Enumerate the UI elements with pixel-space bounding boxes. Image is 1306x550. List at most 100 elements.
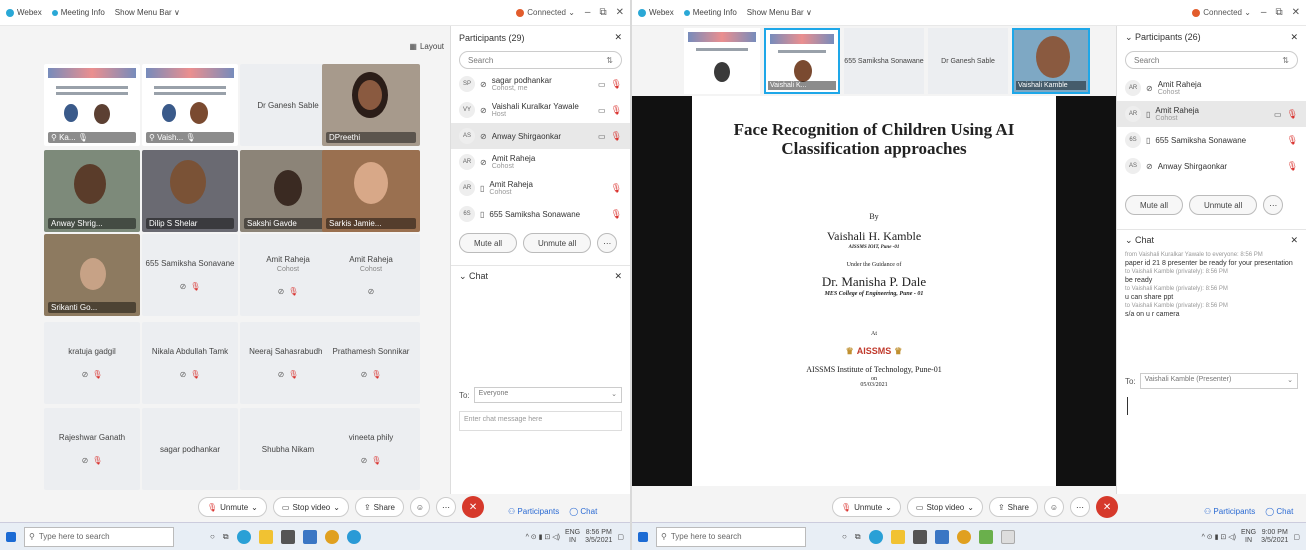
unmute-button[interactable]: 🎙 Unmute ⌄ [198, 497, 267, 517]
app-icon[interactable] [978, 529, 993, 544]
participants-header[interactable]: Participants (29) ✕ [451, 26, 630, 49]
notepad-icon[interactable] [1000, 529, 1015, 544]
participant-row[interactable]: 6S ▯ 655 Samiksha Sonawane 🎙 [1117, 127, 1306, 153]
participant-row[interactable]: SP ⊘ sagar podhankar Cohost, me ▭ 🎙 [451, 71, 630, 97]
webex-taskbar-icon[interactable] [346, 529, 361, 544]
video-tile-nikala[interactable]: Nikala Abdullah Tamk ⊘ 🎙 [142, 322, 238, 404]
task-view-icon[interactable]: ⧉ [855, 532, 861, 542]
close-icon[interactable]: ✕ [614, 32, 622, 43]
filmstrip-tile[interactable] [684, 28, 760, 94]
video-tile-vineeta[interactable]: vineeta phily ⊘ 🎙 [322, 408, 420, 490]
more-options-icon[interactable]: ⋯ [1263, 195, 1284, 215]
cortana-icon[interactable]: ○ [842, 532, 847, 541]
participant-row[interactable]: 6S ▯ 655 Samiksha Sonawane 🎙 [451, 201, 630, 227]
notifications-icon[interactable]: ▢ [1293, 533, 1300, 541]
taskbar-search[interactable]: ⚲ Type here to search [24, 526, 174, 547]
mic-muted-icon[interactable]: 🎙 [611, 209, 622, 220]
file-explorer-icon[interactable] [890, 529, 905, 544]
show-menu-bar[interactable]: Show Menu Bar ∨ [115, 8, 180, 17]
sort-icon[interactable]: ⇅ [1282, 56, 1289, 65]
video-tile-shared-slide[interactable]: ⚲ Ka... 🎙 [44, 64, 140, 146]
clock[interactable]: 8:56 PM 3/5/2021 [585, 529, 612, 545]
chat-input[interactable] [1127, 397, 1298, 415]
chat-header[interactable]: ⌄ Chat ✕ [1117, 229, 1306, 251]
video-tile-dpreethi[interactable]: DPreethi [322, 64, 420, 146]
participant-row[interactable]: VY ⊘ Vaishali Kuralkar Yawale Host ▭ 🎙 [451, 97, 630, 123]
chat-toggle[interactable]: ◯ Chat [1265, 507, 1293, 516]
webex-menu[interactable]: Webex [6, 8, 42, 17]
file-explorer-icon[interactable] [258, 529, 273, 544]
layout-button[interactable]: ▦ Layout [409, 42, 444, 51]
recipient-select[interactable]: Vaishali Kamble (Presenter) ⌄ [1139, 373, 1298, 389]
participant-row[interactable]: AR ⊘ Amit Raheja Cohost [451, 149, 630, 175]
show-menu-bar[interactable]: Show Menu Bar ∨ [747, 8, 812, 17]
stop-video-button[interactable]: ▭ Stop video ⌄ [906, 497, 983, 517]
tray-icons[interactable]: ^ ⊙ ▮ ⊡ ◁) [526, 533, 560, 541]
end-meeting-button[interactable]: ✕ [462, 496, 485, 518]
mic-muted-icon[interactable]: 🎙 [611, 183, 622, 194]
video-tile-srikanti[interactable]: Srikanti Go... [44, 234, 140, 316]
filmstrip-tile[interactable]: Vaishali K... [764, 28, 840, 94]
mute-all-button[interactable]: Mute all [1125, 195, 1184, 215]
video-tile-samiksha[interactable]: 655 Samiksha Sonavane ⊘ 🎙 [142, 234, 238, 316]
minimize-icon[interactable]: – [1261, 7, 1267, 18]
unmute-button[interactable]: 🎙 Unmute ⌄ [832, 497, 901, 517]
more-icon[interactable]: ⋯ [436, 497, 457, 517]
mail-icon[interactable] [934, 529, 949, 544]
meeting-info-menu[interactable]: Meeting Info [683, 8, 737, 17]
share-button[interactable]: ⇪ Share [354, 497, 405, 517]
tray-icons[interactable]: ^ ⊙ ▮ ⊡ ◁) [1202, 533, 1236, 541]
close-icon[interactable]: ✕ [1292, 7, 1300, 18]
mic-muted-icon[interactable]: 🎙 [611, 79, 622, 90]
stop-video-button[interactable]: ▭ Stop video ⌄ [272, 497, 349, 517]
filmstrip-tile[interactable]: 655 Samiksha Sonawane [844, 28, 924, 94]
mic-muted-icon[interactable]: 🎙 [611, 131, 622, 142]
store-icon[interactable] [912, 529, 927, 544]
participants-toggle[interactable]: ⚇ Participants [1204, 507, 1255, 516]
video-tile-anway[interactable]: Anway Shrig... [44, 150, 140, 232]
participants-toggle[interactable]: ⚇ Participants [508, 507, 559, 516]
end-meeting-button[interactable]: ✕ [1096, 496, 1119, 518]
mail-icon[interactable] [302, 529, 317, 544]
connection-status[interactable]: Connected ⌄ [516, 8, 575, 17]
close-icon[interactable]: ✕ [1290, 235, 1298, 246]
taskbar-search[interactable]: ⚲ Type here to search [656, 526, 806, 547]
task-view-icon[interactable]: ⧉ [223, 532, 229, 542]
chrome-icon[interactable] [956, 529, 971, 544]
language-indicator[interactable]: ENG IN [1241, 529, 1256, 545]
video-tile-vaishali[interactable]: ⚲ Vaish... 🎙 [142, 64, 238, 146]
more-icon[interactable]: ⋯ [1070, 497, 1091, 517]
cortana-icon[interactable]: ○ [210, 532, 215, 541]
restore-icon[interactable]: ⧉ [1275, 7, 1282, 18]
minimize-icon[interactable]: – [585, 7, 591, 18]
participant-search[interactable]: Search ⇅ [459, 51, 622, 69]
video-tile-sarkis[interactable]: Sarkis Jamie... [322, 150, 420, 232]
sort-icon[interactable]: ⇅ [606, 56, 613, 65]
reactions-icon[interactable]: ☺ [1044, 497, 1065, 517]
mic-muted-icon[interactable]: 🎙 [611, 105, 622, 116]
windows-start-icon[interactable] [638, 531, 648, 542]
language-indicator[interactable]: ENG IN [565, 529, 580, 545]
windows-start-icon[interactable] [6, 531, 16, 542]
video-tile-rajeshwar[interactable]: Rajeshwar Ganath ⊘ 🎙 [44, 408, 140, 490]
clock[interactable]: 9:00 PM 3/5/2021 [1261, 529, 1288, 545]
edge-icon[interactable] [868, 529, 883, 544]
close-icon[interactable]: ✕ [1290, 32, 1298, 43]
store-icon[interactable] [280, 529, 295, 544]
share-button[interactable]: ⇪ Share [988, 497, 1039, 517]
video-tile-dilip[interactable]: Dilip S Shelar [142, 150, 238, 232]
connection-status[interactable]: Connected ⌄ [1192, 8, 1251, 17]
notifications-icon[interactable]: ▢ [617, 533, 624, 541]
video-tile-prathamesh[interactable]: Prathamesh Sonnikar ⊘ 🎙 [322, 322, 420, 404]
unmute-all-button[interactable]: Unmute all [1189, 195, 1258, 215]
mute-all-button[interactable]: Mute all [459, 233, 518, 253]
participant-row[interactable]: AR ▯ Amit Raheja Cohost ▭ 🎙 [1117, 101, 1306, 127]
participants-header[interactable]: ⌄ Participants (26) ✕ [1117, 26, 1306, 49]
chat-header[interactable]: ⌄ Chat ✕ [451, 265, 630, 287]
filmstrip-tile[interactable]: Dr Ganesh Sable [928, 28, 1008, 94]
reactions-icon[interactable]: ☺ [410, 497, 431, 517]
more-options-icon[interactable]: ⋯ [597, 233, 618, 253]
video-tile-kratuja[interactable]: kratuja gadgil ⊘ 🎙 [44, 322, 140, 404]
restore-icon[interactable]: ⧉ [599, 7, 606, 18]
chrome-icon[interactable] [324, 529, 339, 544]
